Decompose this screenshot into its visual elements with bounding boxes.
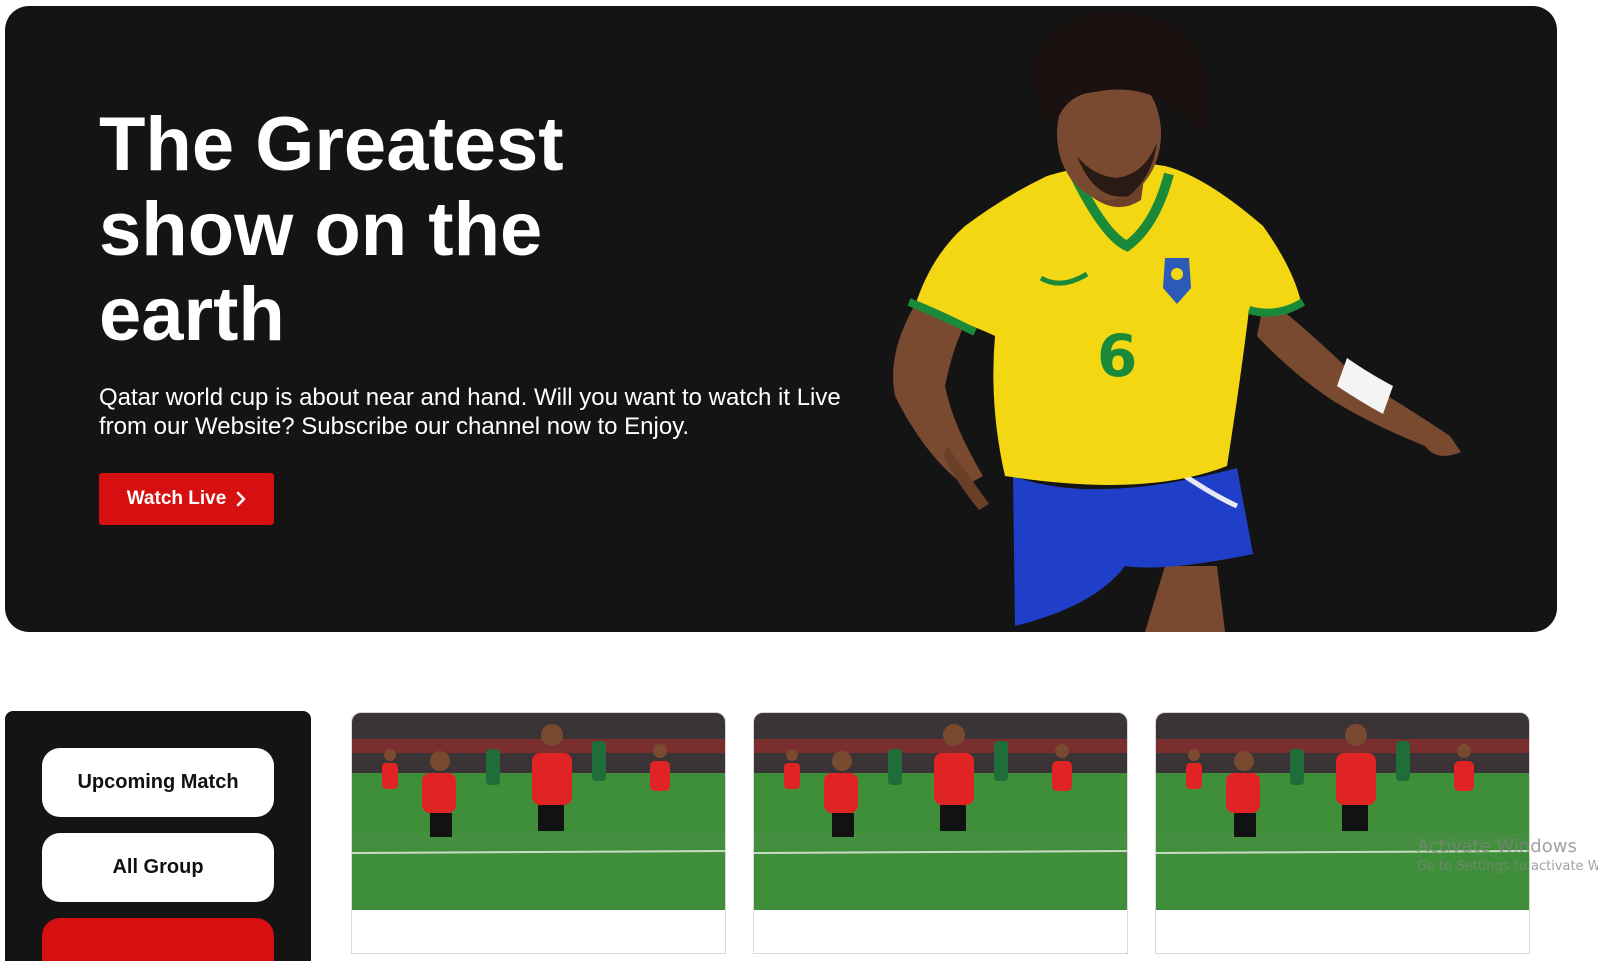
match-card[interactable] xyxy=(351,712,726,954)
watch-live-label: Watch Live xyxy=(126,488,227,509)
svg-text:6: 6 xyxy=(1097,322,1137,390)
chevron-right-icon xyxy=(236,491,246,507)
match-photo xyxy=(1156,713,1529,910)
sidebar-item-upcoming-match[interactable]: Upcoming Match xyxy=(42,748,274,817)
match-photo xyxy=(352,713,725,910)
hero-description: Qatar world cup is about near and hand. … xyxy=(99,384,841,440)
sidebar-item-all-group[interactable]: All Group xyxy=(42,833,274,902)
match-card[interactable] xyxy=(753,712,1128,954)
hero-banner: The Greatest show on the earth Qatar wor… xyxy=(5,6,1557,632)
match-card[interactable] xyxy=(1155,712,1530,954)
watch-live-button[interactable]: Watch Live xyxy=(99,473,274,525)
sidebar: Upcoming Match All Group xyxy=(5,711,311,961)
sidebar-item-active[interactable] xyxy=(42,918,274,961)
hero-title: The Greatest show on the earth xyxy=(99,102,564,357)
football-player-image: 6 xyxy=(893,11,1461,632)
match-photo xyxy=(754,713,1127,910)
